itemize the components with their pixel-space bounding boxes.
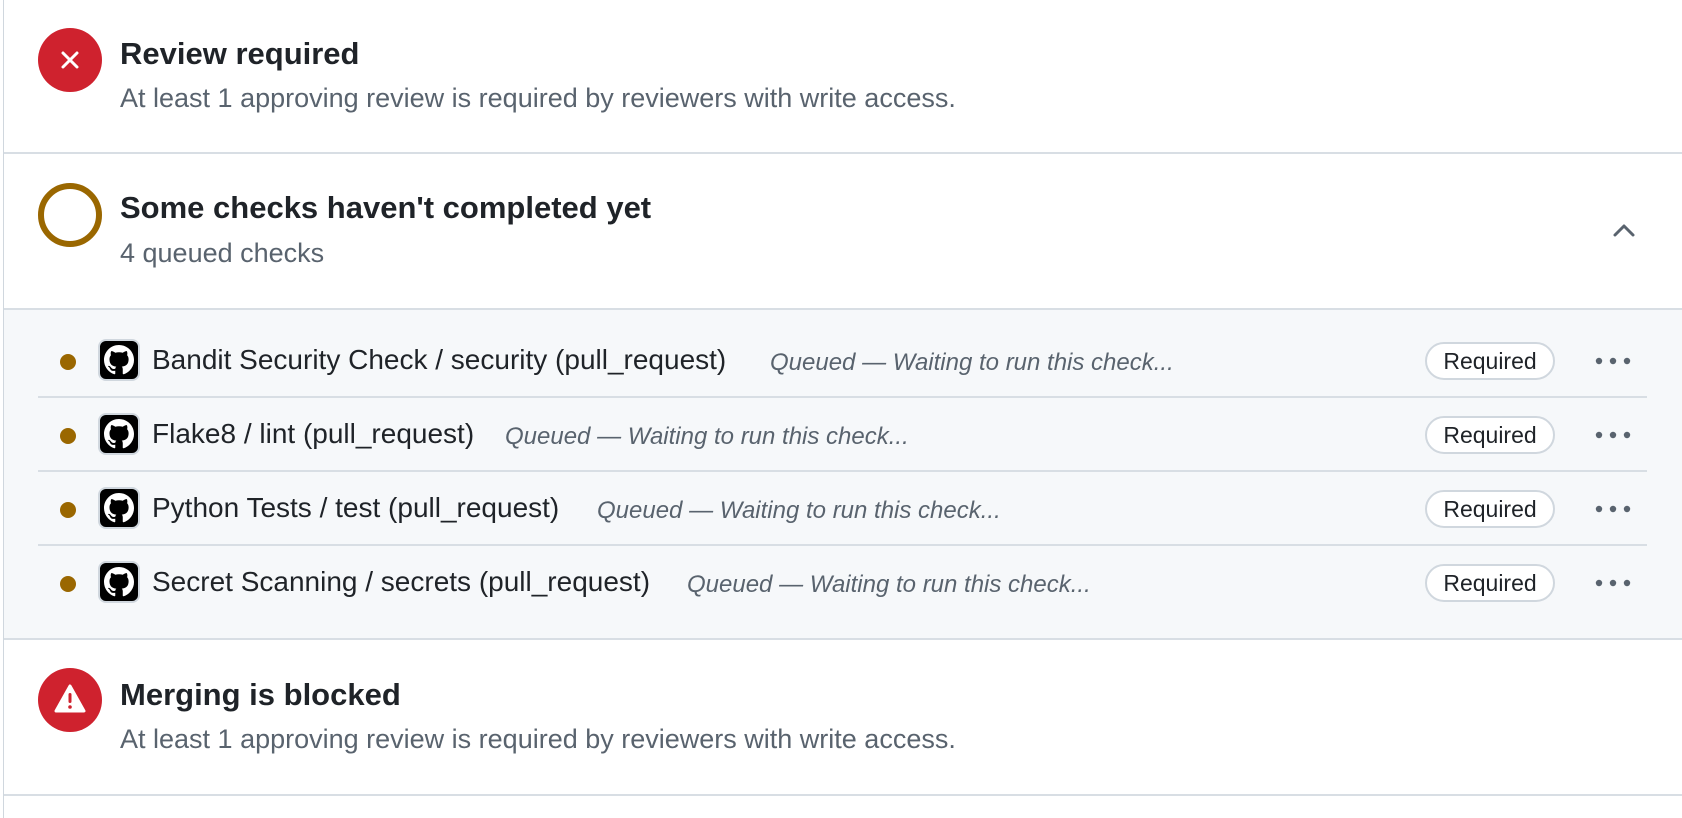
check-more-button[interactable] [1588,418,1638,452]
kebab-horizontal-icon [1595,579,1631,587]
check-row: Secret Scanning / secrets (pull_request)… [38,546,1647,620]
required-badge: Required [1425,342,1555,380]
kebab-horizontal-icon [1595,357,1631,365]
queued-dot-icon [60,428,76,444]
github-actions-avatar[interactable] [98,339,140,381]
check-name-link[interactable]: Python Tests / test (pull_request) [152,492,559,524]
collapse-checks-button[interactable] [1602,208,1646,252]
check-more-button[interactable] [1588,492,1638,526]
check-row: Python Tests / test (pull_request) Queue… [38,472,1647,546]
check-row: Bandit Security Check / security (pull_r… [38,324,1647,398]
merging-blocked-section: Merging is blocked At least 1 approving … [4,640,1682,796]
github-icon [104,567,134,597]
github-icon [104,345,134,375]
check-name-link[interactable]: Flake8 / lint (pull_request) [152,418,474,450]
required-badge: Required [1425,490,1555,528]
check-status-text: Queued — Waiting to run this check... [505,423,909,450]
check-more-button[interactable] [1588,344,1638,378]
github-actions-avatar[interactable] [98,561,140,603]
kebab-horizontal-icon [1595,431,1631,439]
check-status-text: Queued — Waiting to run this check... [687,571,1091,598]
check-list: Bandit Security Check / security (pull_r… [4,310,1682,640]
kebab-horizontal-icon [1595,505,1631,513]
merging-blocked-description: At least 1 approving review is required … [120,724,956,754]
check-name-link[interactable]: Secret Scanning / secrets (pull_request) [152,566,650,598]
checks-section-header[interactable]: Some checks haven't completed yet 4 queu… [4,154,1682,310]
review-required-title: Review required [120,36,360,71]
check-status-text: Queued — Waiting to run this check... [770,349,1174,376]
checks-summary: 4 queued checks [120,238,325,268]
github-icon [104,419,134,449]
check-name-link[interactable]: Bandit Security Check / security (pull_r… [152,344,726,376]
checks-title: Some checks haven't completed yet [120,190,652,225]
queued-dot-icon [60,502,76,518]
github-actions-avatar[interactable] [98,413,140,455]
github-actions-avatar[interactable] [98,487,140,529]
review-required-section: Review required At least 1 approving rev… [4,0,1682,154]
check-more-button[interactable] [1588,566,1638,600]
queued-dot-icon [60,354,76,370]
required-badge: Required [1425,416,1555,454]
review-required-description: At least 1 approving review is required … [120,83,956,113]
chevron-up-icon [1613,224,1635,237]
merging-blocked-title: Merging is blocked [120,677,401,712]
pending-circle-icon [38,183,102,247]
merge-status-panel: Review required At least 1 approving rev… [3,0,1682,818]
required-badge: Required [1425,564,1555,602]
check-status-text: Queued — Waiting to run this check... [597,497,1001,524]
check-row: Flake8 / lint (pull_request) Queued — Wa… [38,398,1647,472]
x-circle-icon [38,28,102,92]
github-icon [104,493,134,523]
alert-icon [38,668,102,732]
queued-dot-icon [60,576,76,592]
